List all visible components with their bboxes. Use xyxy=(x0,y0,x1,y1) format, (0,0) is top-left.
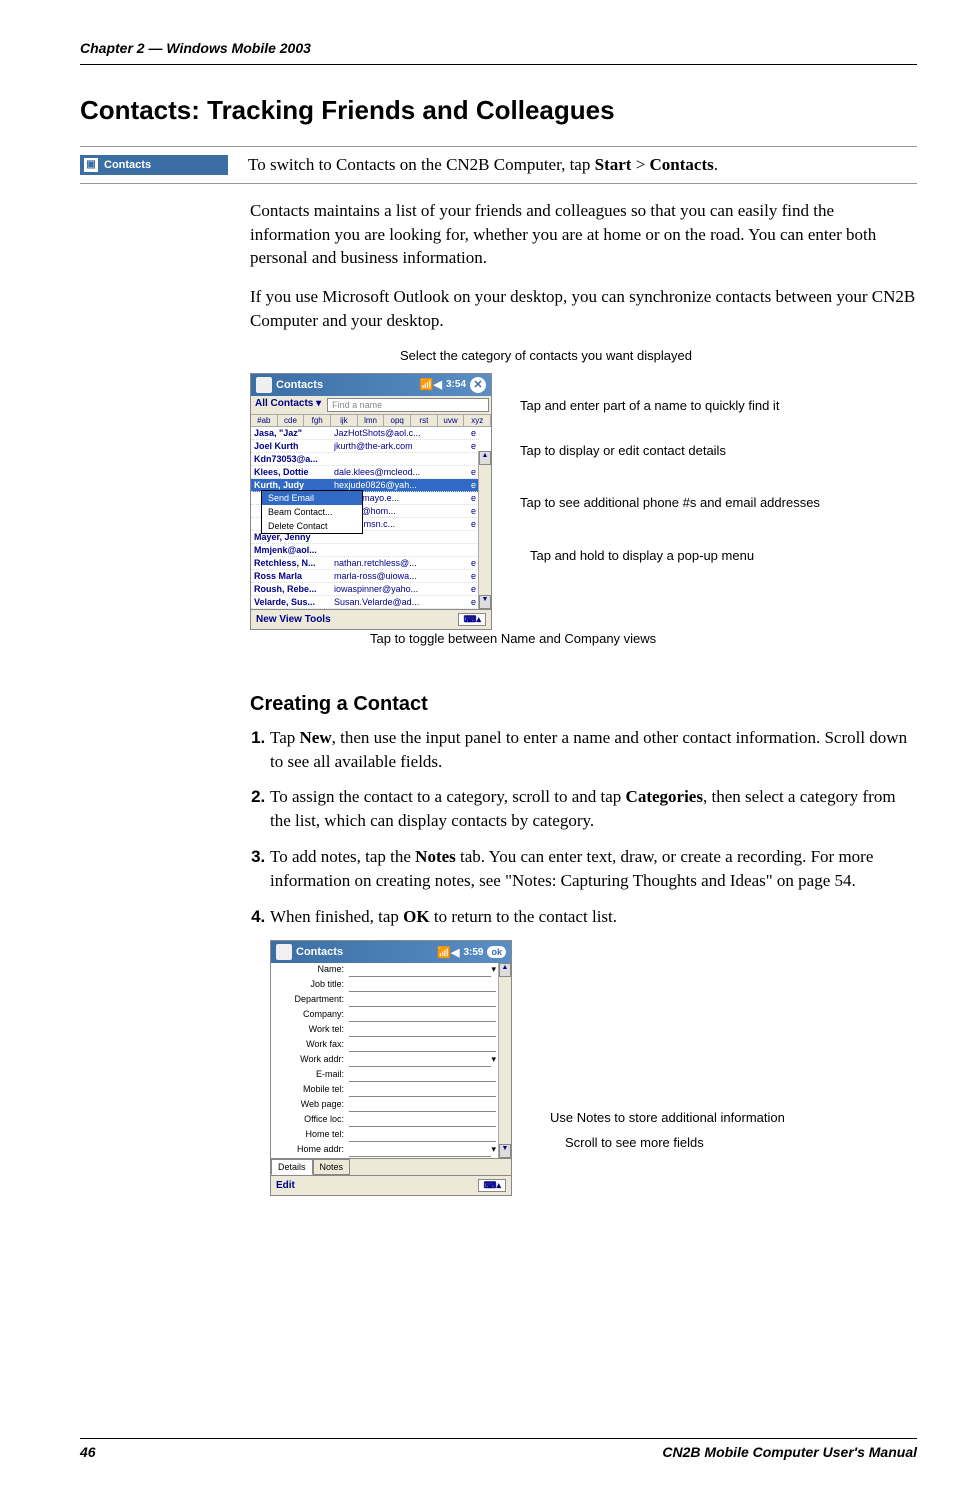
ss-title: Contacts xyxy=(276,379,420,391)
signal-icon: 📶 xyxy=(437,946,451,959)
ss2-time: 3:59 xyxy=(463,947,483,958)
manual-title: CN2B Mobile Computer User's Manual xyxy=(662,1444,917,1460)
alpha-tab[interactable]: rst xyxy=(411,415,438,426)
field-work-fax[interactable]: Work fax: xyxy=(271,1038,499,1053)
edit-menu[interactable]: Edit xyxy=(276,1180,295,1191)
screenshot-contact-edit: Contacts 📶 ◀ 3:59 ok Name:▾ Job title: D… xyxy=(270,940,512,1196)
alpha-tab[interactable]: fgh xyxy=(304,415,331,426)
menu-items[interactable]: New View Tools xyxy=(256,614,331,625)
scroll-up-icon[interactable]: ▲ xyxy=(479,451,491,465)
tab-details[interactable]: Details xyxy=(271,1159,313,1175)
step-3: To add notes, tap the Notes tab. You can… xyxy=(270,845,917,893)
speaker-icon: ◀ xyxy=(434,378,442,391)
field-company[interactable]: Company: xyxy=(271,1008,499,1023)
field-office-loc[interactable]: Office loc: xyxy=(271,1113,499,1128)
callout-additional: Tap to see additional phone #s and email… xyxy=(520,495,820,510)
signal-icon: 📶 xyxy=(420,378,434,391)
chapter-header: Chapter 2 — Windows Mobile 2003 xyxy=(80,40,917,56)
callout-notes: Use Notes to store additional informatio… xyxy=(550,1110,785,1125)
alpha-tab[interactable]: cde xyxy=(278,415,305,426)
contact-card-icon: ▣ xyxy=(84,158,98,172)
alpha-bar[interactable]: #ab cde fgh ijk lmn opq rst uvw xyz xyxy=(251,415,491,427)
scroll-down-icon[interactable]: ▼ xyxy=(499,1144,511,1158)
alpha-tab[interactable]: xyz xyxy=(464,415,491,426)
intro-row: ▣ Contacts To switch to Contacts on the … xyxy=(80,146,917,184)
alpha-tab[interactable]: uvw xyxy=(438,415,465,426)
icon-label: Contacts xyxy=(104,159,151,171)
alpha-tab[interactable]: #ab xyxy=(251,415,278,426)
keyboard-icon[interactable]: ⌨▴ xyxy=(478,1179,506,1192)
field-email[interactable]: E-mail: xyxy=(271,1068,499,1083)
callout-popup: Tap and hold to display a pop-up menu xyxy=(530,548,754,563)
callout-category: Select the category of contacts you want… xyxy=(400,348,692,363)
paragraph-2: If you use Microsoft Outlook on your des… xyxy=(250,285,917,333)
field-work-tel[interactable]: Work tel: xyxy=(271,1023,499,1038)
ss2-menubar: Edit ⌨▴ xyxy=(271,1175,511,1195)
ss2-titlebar: Contacts 📶 ◀ 3:59 ok xyxy=(271,941,511,963)
callout-toggle: Tap to toggle between Name and Company v… xyxy=(370,631,656,646)
contact-row[interactable]: Velarde, Sus...Susan.Velarde@ad...e xyxy=(251,596,479,609)
screenshot-contacts-list: Contacts 📶 ◀ 3:54 ✕ All Contacts ▾ Find … xyxy=(250,373,492,630)
field-work-addr[interactable]: Work addr:▾ xyxy=(271,1053,499,1068)
field-home-addr[interactable]: Home addr:▾ xyxy=(271,1143,499,1158)
ok-button[interactable]: ok xyxy=(487,946,506,958)
ss-titlebar: Contacts 📶 ◀ 3:54 ✕ xyxy=(251,374,491,396)
page-title: Contacts: Tracking Friends and Colleague… xyxy=(80,95,917,126)
ss2-title: Contacts xyxy=(296,946,437,958)
callout-scroll: Scroll to see more fields xyxy=(565,1135,704,1150)
page-number: 46 xyxy=(80,1444,96,1460)
field-name[interactable]: Name:▾ xyxy=(271,963,499,978)
contact-row[interactable]: Roush, Rebe...iowaspinner@yaho...e xyxy=(251,583,479,596)
alpha-tab[interactable]: lmn xyxy=(358,415,385,426)
popup-delete-contact[interactable]: Delete Contact xyxy=(262,519,362,533)
keyboard-icon[interactable]: ⌨▴ xyxy=(458,613,486,626)
creating-contact-title: Creating a Contact xyxy=(250,693,917,716)
callout-findname: Tap and enter part of a name to quickly … xyxy=(520,398,779,413)
tab-notes[interactable]: Notes xyxy=(313,1159,351,1175)
alpha-tab[interactable]: opq xyxy=(384,415,411,426)
popup-beam-contact[interactable]: Beam Contact... xyxy=(262,505,362,519)
category-dropdown[interactable]: All Contacts ▾ xyxy=(251,396,325,414)
contact-row[interactable]: Joel Kurthjkurth@the-ark.come xyxy=(251,440,479,453)
contacts-app-icon: ▣ Contacts xyxy=(80,155,228,175)
popup-send-email[interactable]: Send Email xyxy=(262,491,362,505)
footer: 46 CN2B Mobile Computer User's Manual xyxy=(80,1438,917,1460)
field-job-title[interactable]: Job title: xyxy=(271,978,499,993)
contact-row[interactable]: Mmjenk@aol... xyxy=(251,544,479,557)
callout-details: Tap to display or edit contact details xyxy=(520,443,726,458)
paragraph-1: Contacts maintains a list of your friend… xyxy=(250,199,917,270)
contact-row[interactable]: Retchless, N...nathan.retchless@...e xyxy=(251,557,479,570)
field-mobile-tel[interactable]: Mobile tel: xyxy=(271,1083,499,1098)
context-popup: Send Email Beam Contact... Delete Contac… xyxy=(261,490,363,534)
field-web-page[interactable]: Web page: xyxy=(271,1098,499,1113)
ss-time: 3:54 xyxy=(446,379,466,390)
contact-row[interactable]: Klees, Dottiedale.klees@mcleod...e xyxy=(251,466,479,479)
field-home-tel[interactable]: Home tel: xyxy=(271,1128,499,1143)
scroll-down-icon[interactable]: ▼ xyxy=(479,595,491,609)
step-4: When finished, tap OK to return to the c… xyxy=(270,905,917,929)
ss-menubar: New View Tools ⌨▴ xyxy=(251,609,491,629)
close-button[interactable]: ✕ xyxy=(470,377,486,393)
scrollbar[interactable]: ▲ ▼ xyxy=(498,963,511,1158)
scrollbar[interactable]: ▲ ▼ xyxy=(478,451,491,609)
header-rule xyxy=(80,64,917,65)
contact-row[interactable]: Kdn73053@a... xyxy=(251,453,479,466)
start-icon[interactable] xyxy=(256,377,272,393)
start-icon[interactable] xyxy=(276,944,292,960)
contact-row[interactable]: Jasa, "Jaz"JazHotShots@aol.c...e xyxy=(251,427,479,440)
step-1: Tap New, then use the input panel to ent… xyxy=(270,726,917,774)
scroll-up-icon[interactable]: ▲ xyxy=(499,963,511,977)
speaker-icon: ◀ xyxy=(451,946,459,959)
find-name-input[interactable]: Find a name xyxy=(327,398,489,412)
field-department[interactable]: Department: xyxy=(271,993,499,1008)
alpha-tab[interactable]: ijk xyxy=(331,415,358,426)
contact-row[interactable]: Ross Marlamarla-ross@uiowa...e xyxy=(251,570,479,583)
intro-text: To switch to Contacts on the CN2B Comput… xyxy=(248,153,718,177)
step-2: To assign the contact to a category, scr… xyxy=(270,785,917,833)
